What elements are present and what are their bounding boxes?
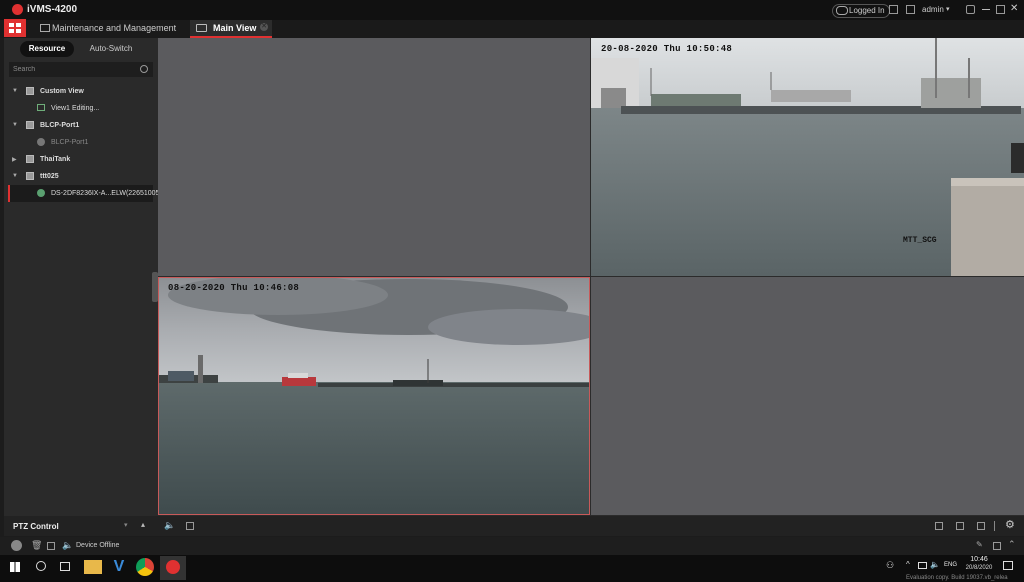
expand-caret-icon[interactable]: ▼ bbox=[12, 173, 18, 179]
task-view-icon[interactable] bbox=[60, 562, 70, 571]
lock-icon[interactable] bbox=[966, 5, 975, 14]
expand-caret-icon[interactable]: ▼ bbox=[12, 88, 18, 94]
tree-item-camera-ds2df[interactable]: DS-2DF8236IX-A...ELW(226510057) bbox=[51, 190, 166, 197]
tab-maintenance[interactable]: Maintenance and Management bbox=[34, 20, 176, 37]
osd-camera-label: MTT_SCG bbox=[903, 236, 937, 245]
tree-item-view1[interactable]: View1 bbox=[51, 105, 70, 112]
grid-layout-icon[interactable] bbox=[935, 522, 943, 530]
view-icon bbox=[37, 104, 45, 111]
alarm-icon[interactable] bbox=[11, 540, 22, 551]
people-icon[interactable]: ⚇ bbox=[886, 560, 894, 571]
app-title: iVMS-4200 bbox=[27, 4, 78, 15]
cloud-icon bbox=[836, 6, 848, 15]
network-icon[interactable] bbox=[918, 562, 927, 569]
view-pane-2[interactable]: 20-08-2020 Thu 10:50:48 MTT_SCG bbox=[591, 38, 1024, 276]
camera-online-icon bbox=[37, 189, 45, 197]
status-text: Device Offline bbox=[76, 542, 120, 549]
tab-close-icon[interactable]: ✕ bbox=[260, 23, 268, 31]
expand-caret-icon[interactable]: ▼ bbox=[12, 122, 18, 128]
tree-item-ttt025[interactable]: ttt025 bbox=[40, 173, 59, 180]
osd-timestamp: 20-08-2020 Thu 10:50:48 bbox=[601, 44, 733, 54]
collapse-caret-icon[interactable]: ▶ bbox=[12, 156, 17, 163]
minimize-icon[interactable] bbox=[982, 9, 990, 10]
folder-icon bbox=[26, 121, 34, 129]
status-bar bbox=[0, 537, 1024, 555]
windows-start-icon[interactable] bbox=[10, 562, 20, 572]
folder-icon bbox=[26, 87, 34, 95]
tree-item-view1-status: Editing... bbox=[72, 105, 100, 112]
chevron-up-icon[interactable]: ⌃ bbox=[1008, 539, 1016, 550]
tree-item-blcp-port1[interactable]: BLCP-Port1 bbox=[40, 122, 79, 129]
view-pane-3-selected[interactable]: 08-20-2020 Thu 10:46:08 bbox=[158, 277, 590, 515]
chevron-up-icon[interactable]: ^ bbox=[906, 560, 910, 569]
user-menu[interactable]: admin bbox=[922, 5, 944, 14]
tab-main-view-label: Main View bbox=[213, 23, 257, 33]
window-layout-icon[interactable] bbox=[186, 522, 194, 530]
image-icon[interactable] bbox=[906, 5, 915, 14]
app-logo-icon bbox=[12, 4, 23, 15]
chevron-down-icon[interactable]: ▾ bbox=[946, 5, 950, 13]
tree-item-blcp-port1-camera[interactable]: BLCP-Port1 bbox=[51, 139, 88, 146]
selection-indicator bbox=[8, 185, 10, 202]
tree-item-custom-view[interactable]: Custom View bbox=[40, 88, 84, 95]
close-icon[interactable]: ✕ bbox=[1010, 3, 1018, 14]
chevron-down-icon[interactable]: ▾ bbox=[124, 521, 128, 529]
language-indicator[interactable]: ENG bbox=[944, 562, 957, 568]
search-icon[interactable] bbox=[36, 561, 46, 571]
event-icon[interactable] bbox=[47, 542, 55, 550]
chevron-up-icon[interactable]: ▴ bbox=[141, 520, 145, 529]
list-icon[interactable] bbox=[889, 5, 898, 14]
ptz-control-label[interactable]: PTZ Control bbox=[13, 522, 59, 531]
osd-timestamp: 08-20-2020 Thu 10:46:08 bbox=[168, 283, 300, 293]
close-all-icon[interactable] bbox=[956, 522, 964, 530]
speaker-icon: 🔈 bbox=[62, 540, 74, 550]
tree-item-thaitank[interactable]: ThaiTank bbox=[40, 156, 70, 163]
fullscreen-icon[interactable] bbox=[977, 522, 985, 530]
home-grid-button[interactable] bbox=[4, 19, 26, 37]
camera-offline-icon bbox=[37, 138, 45, 146]
resource-tab-button[interactable]: Resource bbox=[20, 41, 74, 57]
live-video-feed bbox=[158, 277, 590, 515]
camera-icon bbox=[196, 24, 207, 32]
ivms-app-icon bbox=[166, 560, 180, 574]
view-pane-4[interactable] bbox=[591, 277, 1024, 515]
clock-date[interactable]: 20/8/2020 bbox=[960, 565, 998, 571]
divider bbox=[994, 521, 995, 531]
chrome-icon[interactable] bbox=[136, 558, 154, 576]
clock-time[interactable]: 10:46 bbox=[964, 556, 994, 563]
view-pane-1[interactable] bbox=[158, 38, 590, 276]
pin-icon[interactable]: ✎ bbox=[976, 540, 983, 549]
evaluation-watermark: Evaluation copy. Build 19037.vb_relea bbox=[906, 575, 1008, 581]
volume-icon[interactable]: 🔈 bbox=[164, 520, 175, 531]
search-icon[interactable] bbox=[140, 65, 148, 73]
file-explorer-icon[interactable] bbox=[84, 560, 102, 574]
trash-icon[interactable]: 🗑 bbox=[31, 540, 42, 551]
v-app-icon[interactable]: V bbox=[110, 558, 128, 576]
maximize-icon[interactable] bbox=[993, 542, 1001, 550]
search-input[interactable] bbox=[9, 62, 153, 77]
gear-icon[interactable]: ⚙ bbox=[1005, 518, 1015, 531]
folder-icon bbox=[26, 155, 34, 163]
ptz-control-bar bbox=[4, 516, 1024, 536]
restore-icon[interactable] bbox=[996, 5, 1005, 14]
folder-icon bbox=[26, 172, 34, 180]
volume-icon[interactable]: 🔈 bbox=[930, 560, 940, 569]
auto-switch-tab-button[interactable]: Auto-Switch bbox=[82, 41, 140, 57]
live-video-feed bbox=[591, 38, 1024, 276]
notification-icon[interactable] bbox=[1003, 561, 1013, 570]
